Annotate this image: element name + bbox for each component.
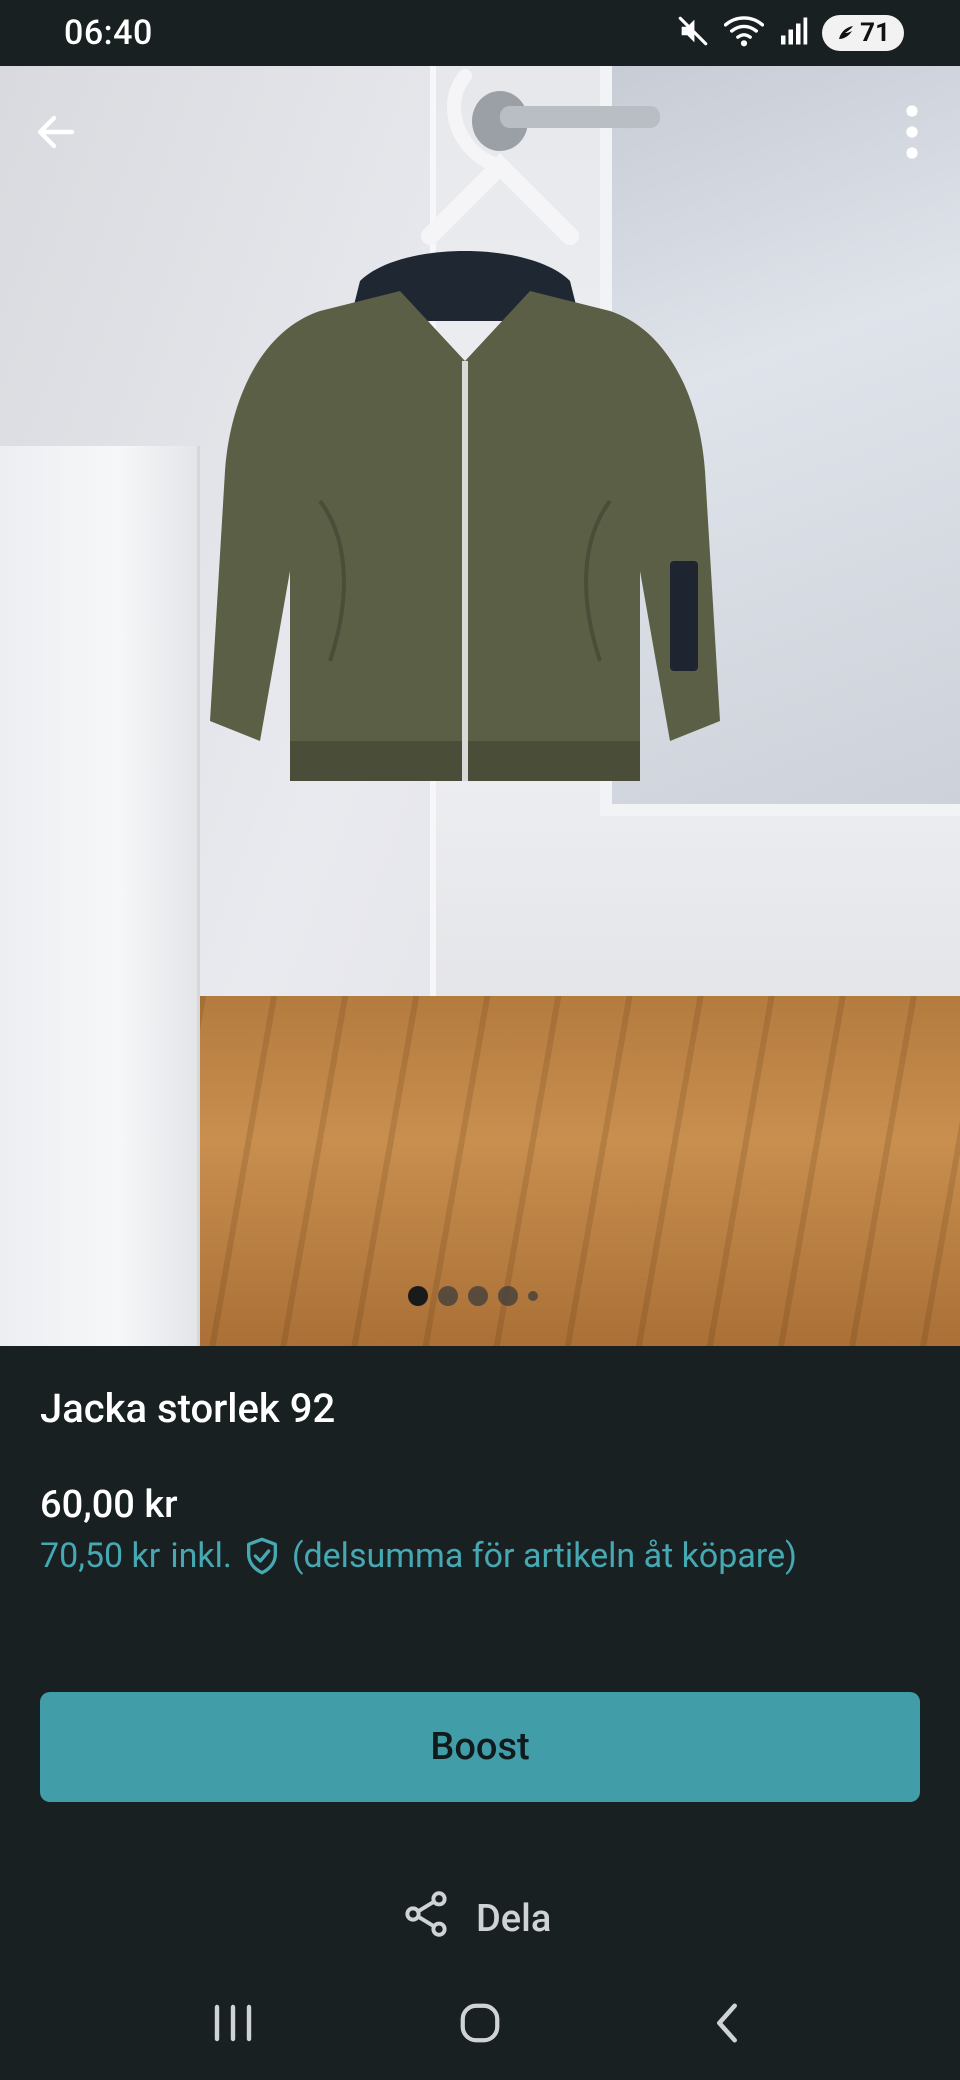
more-options-button[interactable] xyxy=(876,96,948,168)
boost-button[interactable]: Boost xyxy=(40,1692,920,1802)
pagination-dot[interactable] xyxy=(528,1291,538,1301)
share-icon xyxy=(400,1888,452,1950)
image-pagination xyxy=(408,1284,538,1308)
wifi-icon xyxy=(724,14,765,52)
listing-screen: 06:40 71 Jacka storlek 92 60,00 kr 70,50… xyxy=(0,0,960,2080)
home-icon xyxy=(460,2003,500,2043)
photo-floor xyxy=(200,996,960,1346)
share-button[interactable]: Dela xyxy=(400,1888,551,1950)
signal-icon xyxy=(778,16,808,50)
pagination-dot[interactable] xyxy=(468,1286,488,1306)
pagination-dot[interactable] xyxy=(438,1286,458,1306)
recent-apps-icon xyxy=(215,2004,252,2042)
back-button[interactable] xyxy=(20,96,92,168)
home-button[interactable] xyxy=(440,1983,520,2063)
battery-level: 71 xyxy=(860,18,890,48)
buyer-price: 70,50 kr xyxy=(40,1536,161,1576)
mute-icon xyxy=(676,14,710,52)
listing-title: Jacka storlek 92 xyxy=(40,1385,336,1432)
buyer-price-info[interactable]: 70,50 kr inkl. (delsumma för artikeln åt… xyxy=(40,1536,797,1576)
photo-shelf xyxy=(0,446,200,1346)
status-bar: 06:40 71 xyxy=(0,0,960,66)
jacket-shape xyxy=(210,251,720,781)
buyer-incl-label: inkl. xyxy=(170,1536,232,1576)
back-nav-button[interactable] xyxy=(687,1983,767,2063)
chevron-left-icon xyxy=(716,2003,737,2043)
recent-apps-button[interactable] xyxy=(193,1983,273,2063)
system-nav-bar xyxy=(0,1966,960,2080)
share-label: Dela xyxy=(476,1897,552,1941)
status-time: 06:40 xyxy=(64,13,153,53)
buyer-note: (delsumma för artikeln åt köpare) xyxy=(291,1536,797,1576)
arrow-left-icon xyxy=(37,115,75,149)
listing-price: 60,00 kr xyxy=(40,1483,178,1527)
more-vertical-icon xyxy=(906,105,918,159)
pagination-dot[interactable] xyxy=(498,1286,518,1306)
status-icons: 71 xyxy=(676,14,904,52)
product-photo[interactable] xyxy=(0,66,960,1346)
shield-check-icon xyxy=(242,1536,282,1576)
pagination-dot[interactable] xyxy=(408,1286,428,1306)
battery-icon: 71 xyxy=(822,15,904,51)
